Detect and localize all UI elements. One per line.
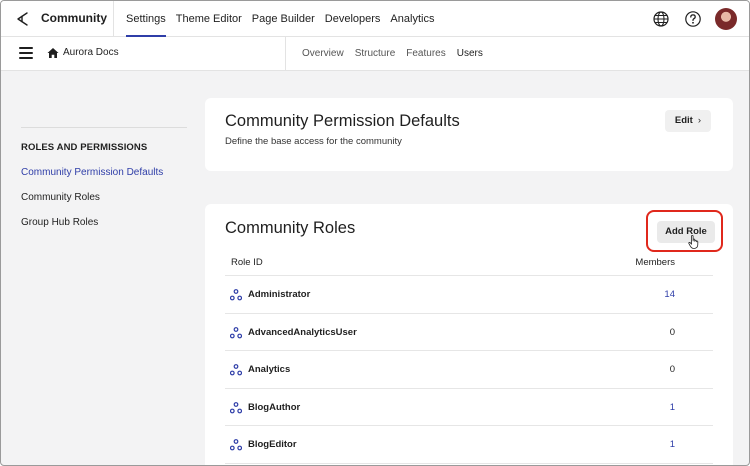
permission-defaults-description: Define the base access for the community [225,136,402,147]
role-icon [230,439,242,451]
home-icon[interactable] [47,47,59,59]
help-icon[interactable] [683,9,703,29]
subnav-users[interactable]: Users [457,37,483,71]
subnav-features[interactable]: Features [406,37,445,71]
nav-developers[interactable]: Developers [325,1,381,37]
menu-icon[interactable] [19,47,33,59]
table-row[interactable]: Analytics 0 [225,351,713,389]
globe-icon[interactable] [651,9,671,29]
role-icon [230,364,242,376]
sidebar-item-community-roles[interactable]: Community Roles [21,192,187,203]
roles-table: Role ID Members Administrator 14 Advance… [225,250,713,464]
top-nav: Settings Theme Editor Page Builder Devel… [113,1,444,37]
sidebar-heading: ROLES AND PERMISSIONS [21,142,148,153]
role-name[interactable]: BlogAuthor [248,402,300,413]
app-window: Community Settings Theme Editor Page Bui… [0,0,750,466]
add-role-highlight: Add Role [646,210,723,252]
permission-defaults-title: Community Permission Defaults [225,112,460,130]
member-count[interactable]: 1 [663,439,675,450]
add-role-button[interactable]: Add Role [657,221,715,243]
role-icon [230,289,242,301]
column-header-members[interactable]: Members [635,257,675,268]
table-row[interactable]: BlogAuthor 1 [225,389,713,426]
table-row[interactable]: Administrator 14 [225,276,713,314]
avatar[interactable] [715,8,737,30]
permission-defaults-card: Community Permission Defaults Define the… [205,98,733,171]
nav-settings[interactable]: Settings [126,1,166,37]
hand-cursor-icon [688,235,699,249]
role-icon [230,401,242,413]
community-logo-icon[interactable] [15,11,31,27]
community-roles-card: Community Roles Add Role Role ID Members… [205,204,733,465]
table-header: Role ID Members [225,250,713,276]
edit-button[interactable]: Edit › [664,110,711,132]
table-row[interactable]: BlogEditor 1 [225,426,713,464]
sidebar-item-permission-defaults[interactable]: Community Permission Defaults [21,167,187,178]
app-title: Community [41,11,107,25]
top-icons [639,8,737,30]
member-count[interactable]: 14 [663,289,675,300]
subnav-overview[interactable]: Overview [302,37,344,71]
sub-bar: Aurora Docs Overview Structure Features … [1,37,749,71]
role-name[interactable]: BlogEditor [248,439,297,450]
edit-label: Edit [674,115,693,126]
column-header-role-id[interactable]: Role ID [231,257,263,268]
sub-nav: Overview Structure Features Users [285,37,494,71]
table-row[interactable]: AdvancedAnalyticsUser 0 [225,314,713,351]
role-name[interactable]: Administrator [248,289,310,300]
nav-theme-editor[interactable]: Theme Editor [176,1,242,37]
community-roles-title: Community Roles [225,219,356,237]
member-count[interactable]: 1 [663,402,675,413]
site-name[interactable]: Aurora Docs [63,47,119,58]
role-name[interactable]: AdvancedAnalyticsUser [248,327,357,338]
role-icon [230,326,242,338]
member-count: 0 [669,364,675,375]
member-count: 0 [669,326,675,338]
sidebar-item-group-hub-roles[interactable]: Group Hub Roles [21,217,187,228]
top-bar: Community Settings Theme Editor Page Bui… [1,1,749,37]
nav-analytics[interactable]: Analytics [390,1,434,37]
chevron-right-icon: › [697,115,701,126]
role-name[interactable]: Analytics [248,364,290,375]
subnav-structure[interactable]: Structure [355,37,396,71]
nav-page-builder[interactable]: Page Builder [252,1,315,37]
sidebar: ROLES AND PERMISSIONS Community Permissi… [21,127,187,228]
